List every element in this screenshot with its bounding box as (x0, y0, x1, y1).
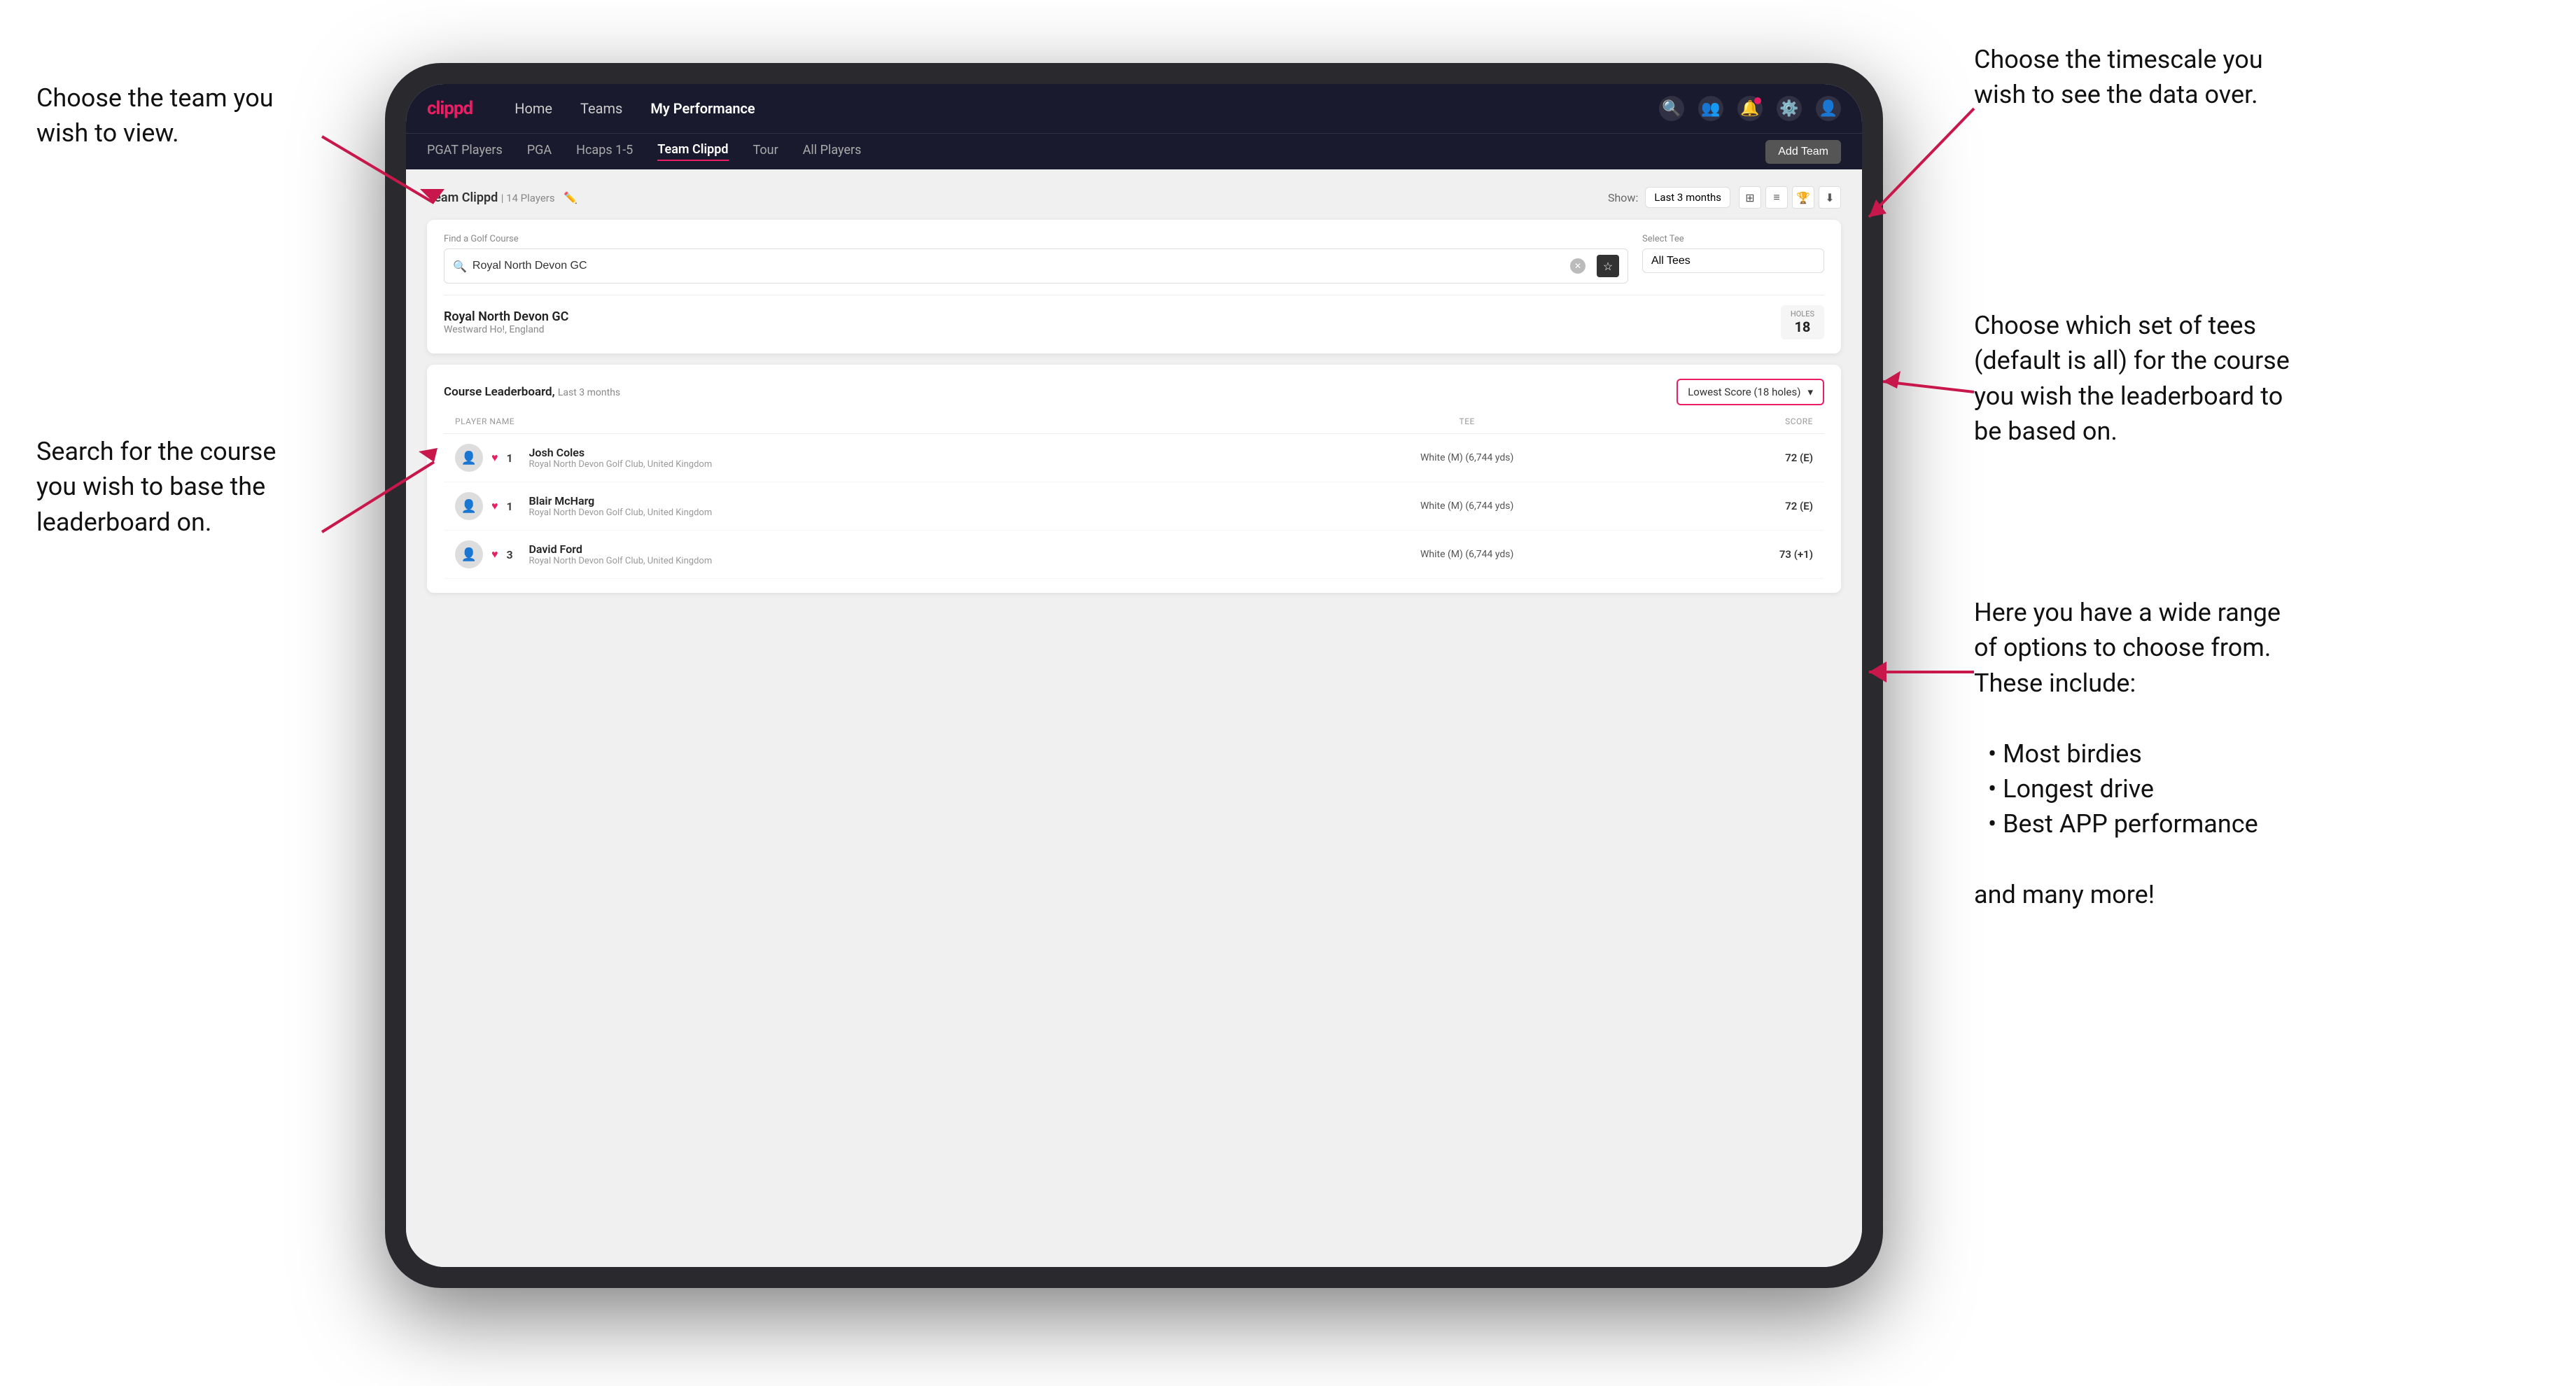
leaderboard-title: Course Leaderboard, Last 3 months (444, 385, 1676, 399)
table-header: PLAYER NAME TEE SCORE (444, 416, 1824, 434)
search-input[interactable] (472, 260, 1564, 272)
search-input-container[interactable]: 🔍 ✕ ☆ (444, 248, 1628, 284)
player-tee-2: White (M) (6,744 yds) (1191, 500, 1743, 512)
tab-all-players[interactable]: All Players (803, 143, 862, 160)
player-score-2: 72 (E) (1743, 500, 1813, 512)
notification-icon-btn[interactable]: 🔔 (1737, 96, 1763, 121)
annotation-top-left: Choose the team you wish to view. (36, 80, 274, 151)
heart-icon-3[interactable]: ♥ (491, 547, 498, 561)
leaderboard-subtitle: Last 3 months (558, 387, 620, 398)
nav-link-home[interactable]: Home (514, 100, 552, 117)
leaderboard-card: Course Leaderboard, Last 3 months Lowest… (427, 365, 1841, 593)
player-left-2: 👤 ♥ 1 Blair McHarg Royal North Devon Gol… (455, 492, 1191, 520)
search-icon: 🔍 (453, 260, 467, 273)
people-icon-btn[interactable]: 👥 (1698, 96, 1723, 121)
table-row: 👤 ♥ 1 Blair McHarg Royal North Devon Gol… (444, 482, 1824, 531)
team-header: Team Clippd | 14 Players ✏️ Show: Last 3… (427, 186, 1841, 209)
table-row: 👤 ♥ 3 David Ford Royal North Devon Golf … (444, 531, 1824, 579)
avatar-2: 👤 (455, 492, 483, 520)
user-avatar-btn[interactable]: 👤 (1816, 96, 1841, 121)
tablet-device: clippd Home Teams My Performance 🔍 👥 🔔 ⚙… (385, 63, 1883, 1288)
search-right: Select Tee All Tees White (M) Yellow (M)… (1642, 234, 1824, 273)
player-club-3: Royal North Devon Golf Club, United King… (529, 556, 713, 566)
nav-icons: 🔍 👥 🔔 ⚙️ 👤 (1659, 96, 1841, 121)
player-left-3: 👤 ♥ 3 David Ford Royal North Devon Golf … (455, 540, 1191, 568)
player-club-1: Royal North Devon Golf Club, United King… (529, 459, 713, 470)
search-card: Find a Golf Course 🔍 ✕ ☆ Select Tee All … (427, 220, 1841, 354)
search-label: Find a Golf Course (444, 234, 1628, 244)
nav-link-teams[interactable]: Teams (580, 100, 622, 117)
course-location: Westward Ho!, England (444, 324, 1781, 335)
course-info: Royal North Devon GC Westward Ho!, Engla… (444, 309, 1781, 335)
player-club-2: Royal North Devon Golf Club, United King… (529, 507, 713, 518)
avatar-3: 👤 (455, 540, 483, 568)
annotation-bottom-right: Here you have a wide range of options to… (1974, 595, 2281, 913)
search-row: Find a Golf Course 🔍 ✕ ☆ Select Tee All … (444, 234, 1824, 284)
player-score-3: 73 (+1) (1743, 548, 1813, 561)
player-info-1: Josh Coles Royal North Devon Golf Club, … (529, 446, 713, 470)
nav-link-myperformance[interactable]: My Performance (650, 100, 755, 117)
score-dropdown[interactable]: Lowest Score (18 holes) ▾ (1676, 379, 1824, 405)
team-count: | 14 Players (501, 192, 555, 204)
nav-bar: clippd Home Teams My Performance 🔍 👥 🔔 ⚙… (406, 84, 1862, 133)
settings-icon-btn[interactable]: ⚙️ (1777, 96, 1802, 121)
add-team-button[interactable]: Add Team (1765, 140, 1841, 164)
player-name-2: Blair McHarg (529, 494, 713, 507)
annotation-middle-right: Choose which set of tees (default is all… (1974, 308, 2290, 449)
content-area: Team Clippd | 14 Players ✏️ Show: Last 3… (406, 169, 1862, 1267)
tab-hcaps[interactable]: Hcaps 1-5 (576, 143, 633, 160)
course-result: Royal North Devon GC Westward Ho!, Engla… (444, 295, 1824, 340)
logo: clippd (427, 98, 472, 119)
notification-badge (1754, 97, 1761, 104)
chevron-down-icon: ▾ (1807, 386, 1813, 398)
player-left-1: 👤 ♥ 1 Josh Coles Royal North Devon Golf … (455, 444, 1191, 472)
show-dropdown[interactable]: Last 3 months (1645, 187, 1730, 208)
tab-tour[interactable]: Tour (753, 143, 778, 160)
tee-select[interactable]: All Tees White (M) Yellow (M) Red (L) (1642, 248, 1824, 273)
course-name: Royal North Devon GC (444, 309, 1781, 324)
show-label: Show: (1608, 191, 1638, 204)
player-tee-3: White (M) (6,744 yds) (1191, 549, 1743, 560)
tabs-bar: PGAT Players PGA Hcaps 1-5 Team Clippd T… (406, 133, 1862, 169)
table-row: 👤 ♥ 1 Josh Coles Royal North Devon Golf … (444, 434, 1824, 482)
player-name-1: Josh Coles (529, 446, 713, 459)
col-score: SCORE (1743, 416, 1813, 426)
holes-label: Holes (1791, 309, 1814, 318)
player-info-3: David Ford Royal North Devon Golf Club, … (529, 542, 713, 566)
search-icon-btn[interactable]: 🔍 (1659, 96, 1684, 121)
list-view-btn[interactable]: ≡ (1765, 186, 1788, 209)
player-score-1: 72 (E) (1743, 451, 1813, 464)
heart-icon-2[interactable]: ♥ (491, 499, 498, 513)
tee-label: Select Tee (1642, 234, 1824, 244)
player-info-2: Blair McHarg Royal North Devon Golf Club… (529, 494, 713, 518)
clear-search-button[interactable]: ✕ (1570, 258, 1586, 274)
team-title: Team Clippd | 14 Players ✏️ (427, 190, 1608, 205)
player-tee-1: White (M) (6,744 yds) (1191, 452, 1743, 463)
rank-2: 1 (507, 500, 521, 513)
edit-icon[interactable]: ✏️ (564, 191, 578, 204)
col-player-name: PLAYER NAME (455, 416, 1191, 426)
search-left: Find a Golf Course 🔍 ✕ ☆ (444, 234, 1628, 284)
tab-pgat-players[interactable]: PGAT Players (427, 143, 503, 160)
tablet-screen: clippd Home Teams My Performance 🔍 👥 🔔 ⚙… (406, 84, 1862, 1267)
tab-team-clippd[interactable]: Team Clippd (657, 142, 728, 161)
download-btn[interactable]: ⬇ (1819, 186, 1841, 209)
grid-view-btn[interactable]: ⊞ (1739, 186, 1761, 209)
view-icons: ⊞ ≡ 🏆 ⬇ (1739, 186, 1841, 209)
rank-1: 1 (507, 451, 521, 465)
annotation-top-right: Choose the timescale you wish to see the… (1974, 42, 2263, 113)
heart-icon-1[interactable]: ♥ (491, 451, 498, 465)
holes-value: 18 (1791, 318, 1814, 335)
holes-box: Holes 18 (1781, 305, 1824, 340)
trophy-view-btn[interactable]: 🏆 (1792, 186, 1814, 209)
avatar-1: 👤 (455, 444, 483, 472)
tab-pga[interactable]: PGA (527, 143, 552, 160)
col-tee: TEE (1191, 416, 1743, 426)
player-name-3: David Ford (529, 542, 713, 556)
leaderboard-header: Course Leaderboard, Last 3 months Lowest… (444, 379, 1824, 405)
annotation-middle-left: Search for the course you wish to base t… (36, 434, 276, 540)
favorite-button[interactable]: ☆ (1597, 255, 1619, 277)
rank-3: 3 (507, 548, 521, 561)
